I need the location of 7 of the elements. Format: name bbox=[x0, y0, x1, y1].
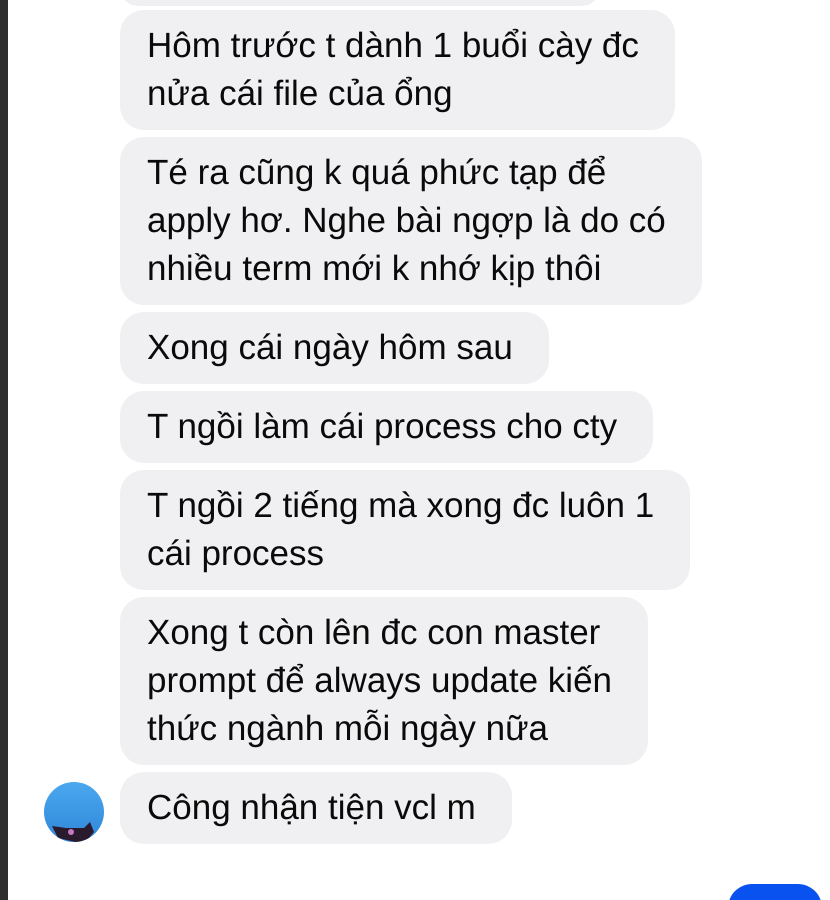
message-text: Công nhận tiện vcl m bbox=[147, 787, 476, 829]
message-text: Xong cái ngày hôm sau bbox=[147, 327, 513, 369]
message-text: T ngồi làm cái process cho cty bbox=[147, 406, 618, 448]
message-text: T ngồi 2 tiếng mà xong đc luôn 1 cái process bbox=[147, 485, 654, 575]
message-text: Té ra cũng k quá phức tạp để apply hơ. Nghe bài ngợp là do có nhiều term mới k nhớ kịp thôi bbox=[147, 152, 666, 290]
message-text: Hôm trước t dành 1 buổi cày đc nửa cái file của ổng bbox=[147, 25, 639, 115]
message-text: Xong t còn lên đc con master prompt để always update kiến thức ngành mỗi ngày nữa bbox=[147, 612, 612, 750]
